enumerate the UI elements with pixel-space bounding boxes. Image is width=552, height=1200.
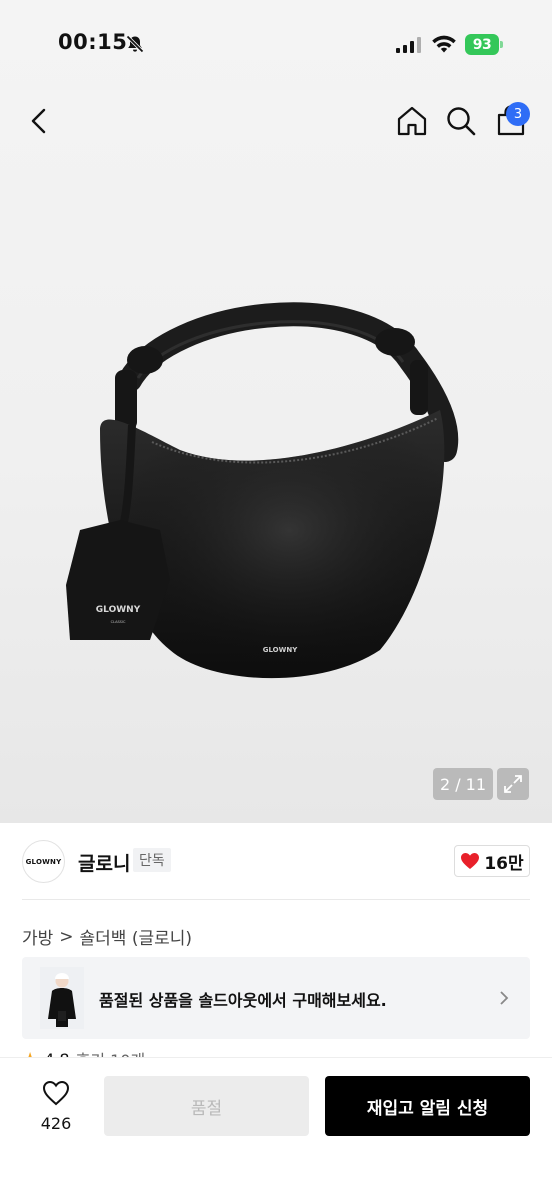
battery-indicator: 93: [465, 34, 499, 55]
like-count: 16만: [484, 853, 524, 874]
wish-count: 426: [40, 1114, 72, 1133]
bag-logo-text: GLOWNY: [263, 646, 298, 654]
expand-image-button[interactable]: [497, 768, 529, 800]
brand-row: GLOWNY 글로니 단독 16만: [22, 838, 530, 884]
brand-like-button[interactable]: 16만: [454, 845, 530, 877]
tag-logo-text: GLOWNY: [96, 605, 141, 615]
chevron-right-icon: [500, 991, 509, 1005]
exclusive-tag: 단독: [133, 848, 171, 872]
breadcrumb-subcategory[interactable]: 숄더백 (글로니): [80, 924, 193, 949]
expand-icon: [504, 775, 522, 793]
breadcrumb-separator: >: [59, 926, 74, 947]
wishlist-button[interactable]: 426: [30, 1078, 82, 1138]
tag-sub-text: CLASSIC: [111, 620, 126, 624]
brand-logo[interactable]: GLOWNY: [22, 840, 65, 883]
soldout-banner-text: 품절된 상품을 솔드아웃에서 구매해보세요.: [99, 991, 387, 1010]
battery-tip: [500, 41, 503, 48]
divider: [22, 899, 530, 900]
search-icon[interactable]: [444, 104, 478, 138]
soldout-button: 품절: [104, 1076, 309, 1136]
breadcrumb: 가방 > 숄더백 (글로니): [22, 924, 193, 950]
heart-filled-icon: [461, 853, 480, 869]
bell-muted-icon: [126, 35, 144, 53]
soldout-banner[interactable]: 품절된 상품을 솔드아웃에서 구매해보세요.: [22, 957, 530, 1039]
product-hero: 00:15 93 3 GLOWNY GLOWNY CLASSIC 2 / 11: [0, 0, 552, 823]
brand-name[interactable]: 글로니: [78, 849, 130, 876]
heart-outline-icon: [42, 1080, 70, 1106]
breadcrumb-category[interactable]: 가방: [22, 924, 53, 949]
image-counter: 2 / 11: [433, 768, 493, 800]
product-image-handbag[interactable]: GLOWNY GLOWNY CLASSIC: [60, 290, 500, 700]
cellular-signal-icon: [396, 37, 421, 53]
model-thumbnail: [40, 967, 84, 1029]
status-time: 00:15: [58, 30, 128, 54]
back-arrow-icon[interactable]: [24, 104, 56, 138]
restock-alert-button[interactable]: 재입고 알림 신청: [325, 1076, 530, 1136]
status-bar: 00:15 93: [0, 0, 552, 90]
cart-count-badge: 3: [506, 102, 530, 126]
bottom-action-bar: 426 품절 재입고 알림 신청: [0, 1058, 552, 1200]
wifi-icon: [432, 35, 456, 53]
home-icon[interactable]: [395, 104, 429, 138]
